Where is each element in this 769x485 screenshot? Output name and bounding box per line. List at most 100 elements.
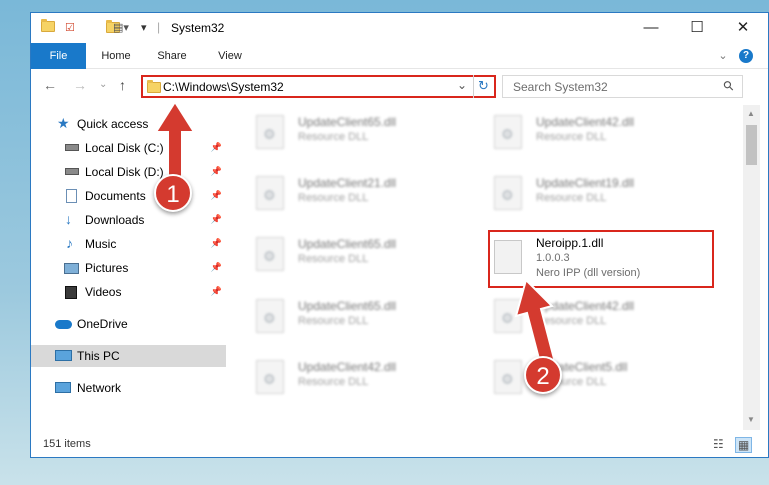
search-icon[interactable]: ⚲	[720, 77, 738, 95]
file-name: UpdateClient65.dll	[298, 237, 397, 251]
properties-icon[interactable]: ☑	[65, 21, 75, 37]
ribbon-expand-icon[interactable]: ⌄	[715, 43, 731, 69]
file-item[interactable]: UpdateClient65.dll Resource DLL	[228, 231, 458, 281]
file-description: Resource DLL	[298, 315, 369, 327]
sidebar-item-local-disk-c[interactable]: Local Disk (C:) 📌	[31, 137, 226, 159]
sidebar-item-label: Documents	[85, 189, 146, 203]
file-name: UpdateClient19.dll	[536, 176, 635, 190]
back-button[interactable]: ←	[43, 77, 57, 93]
file-item[interactable]: UpdateClient19.dll Resource DLL	[466, 170, 696, 220]
item-count: 151 items	[43, 438, 91, 450]
picture-icon	[64, 263, 79, 274]
forward-button[interactable]: →	[73, 77, 87, 93]
scroll-down-icon[interactable]: ▼	[747, 415, 755, 424]
tab-home[interactable]: Home	[93, 43, 139, 69]
pin-icon[interactable]: 📌	[211, 190, 222, 201]
minimize-button[interactable]: —	[628, 13, 674, 43]
quick-access-dropdown-icon[interactable]: ▾	[141, 21, 147, 37]
address-bar[interactable]: C:\Windows\System32 ⌄ ↻	[141, 75, 496, 98]
address-path[interactable]: C:\Windows\System32	[163, 80, 284, 94]
sidebar-item-label: This PC	[77, 349, 120, 363]
file-description: Resource DLL	[536, 192, 607, 204]
tab-file[interactable]: File	[31, 43, 86, 69]
document-icon	[66, 189, 77, 203]
sidebar-item-label: Local Disk (D:)	[85, 165, 164, 179]
file-description: Resource DLL	[298, 131, 369, 143]
file-item[interactable]: UpdateClient65.dll Resource DLL	[228, 293, 458, 343]
pin-icon[interactable]: 📌	[211, 238, 222, 249]
close-button[interactable]: ✕	[720, 13, 766, 43]
file-description: Resource DLL	[536, 315, 607, 327]
scroll-thumb[interactable]	[746, 125, 757, 165]
cloud-icon	[55, 320, 72, 329]
vertical-scrollbar[interactable]: ▲ ▼	[743, 105, 760, 430]
sidebar-item-label: Network	[77, 381, 122, 395]
file-description: Nero IPP (dll version)	[536, 267, 641, 279]
sidebar-item-music[interactable]: ♪ Music 📌	[31, 233, 226, 255]
address-divider	[473, 75, 474, 98]
dll-file-icon	[256, 360, 284, 394]
folder-icon[interactable]	[41, 19, 55, 32]
help-icon[interactable]: ?	[739, 49, 753, 63]
star-icon: ★	[57, 115, 70, 131]
file-description: Resource DLL	[298, 376, 369, 388]
download-icon: ↓	[65, 211, 72, 227]
sidebar-item-network[interactable]: Network	[31, 377, 226, 399]
file-item[interactable]: UpdateClient65.dll Resource DLL	[228, 109, 458, 159]
tab-view[interactable]: View	[207, 43, 253, 69]
file-item[interactable]: UpdateClient5.dll Resource DLL	[466, 354, 696, 404]
address-dropdown-icon[interactable]: ⌄	[457, 78, 467, 92]
sidebar-item-this-pc[interactable]: This PC	[31, 345, 226, 367]
status-bar: 151 items ☷ ▦	[31, 433, 768, 457]
sidebar-item-pictures[interactable]: Pictures 📌	[31, 257, 226, 279]
details-view-button[interactable]: ☷	[713, 437, 724, 451]
sidebar-item-documents[interactable]: Documents 📌	[31, 185, 226, 207]
sidebar-item-label: Pictures	[85, 261, 129, 275]
file-version: 1.0.0.3	[536, 252, 570, 264]
dll-file-icon	[494, 360, 522, 394]
sidebar-item-quick-access[interactable]: ★ Quick access	[31, 113, 226, 135]
search-input[interactable]: Search System32 ⚲	[502, 75, 743, 98]
sidebar-item-local-disk-d[interactable]: Local Disk (D:) 📌	[31, 161, 226, 183]
sidebar-item-label: Quick access	[77, 117, 149, 131]
maximize-button[interactable]: ☐	[674, 13, 720, 43]
large-icons-view-button[interactable]: ▦	[735, 437, 753, 453]
dll-file-icon	[256, 299, 284, 333]
file-item[interactable]: UpdateClient21.dll Resource DLL	[228, 170, 458, 220]
pin-icon[interactable]: 📌	[211, 262, 222, 273]
dll-file-icon	[256, 176, 284, 210]
pin-icon[interactable]: 📌	[211, 214, 222, 225]
customize-toolbar-icon[interactable]: ▤▾	[113, 21, 129, 37]
pin-icon[interactable]: 📌	[211, 166, 222, 177]
sidebar-item-onedrive[interactable]: OneDrive	[31, 313, 226, 335]
sidebar-item-label: OneDrive	[77, 317, 128, 331]
highlighted-file-neroipp[interactable]: Neroipp.1.dll 1.0.0.3 Nero IPP (dll vers…	[488, 230, 714, 288]
sidebar-item-downloads[interactable]: ↓ Downloads 📌	[31, 209, 226, 231]
file-item[interactable]: UpdateClient42.dll Resource DLL	[466, 109, 696, 159]
title-separator: |	[157, 20, 161, 34]
tab-share[interactable]: Share	[149, 43, 195, 69]
navigation-pane: ★ Quick access Local Disk (C:) 📌 Local D…	[31, 105, 228, 430]
pin-icon[interactable]: 📌	[211, 286, 222, 297]
scroll-up-icon[interactable]: ▲	[747, 109, 755, 118]
file-list: UpdateClient65.dll Resource DLL UpdateCl…	[228, 105, 743, 430]
title-bar: ☑ ▤▾ ▾ | System32 — ☐ ✕	[31, 13, 768, 43]
refresh-button[interactable]: ↻	[478, 78, 489, 94]
sidebar-item-label: Downloads	[85, 213, 145, 227]
explorer-window: ☑ ▤▾ ▾ | System32 — ☐ ✕ File Home Share …	[30, 12, 769, 458]
drive-icon	[65, 168, 79, 175]
sidebar-item-label: Local Disk (C:)	[85, 141, 164, 155]
dll-file-icon	[494, 115, 522, 149]
up-button[interactable]: ↑	[119, 77, 126, 93]
music-icon: ♪	[66, 235, 73, 251]
sidebar-item-videos[interactable]: Videos 📌	[31, 281, 226, 303]
dll-file-icon	[256, 237, 284, 271]
sidebar-item-label: Videos	[85, 285, 122, 299]
file-name: UpdateClient65.dll	[298, 299, 397, 313]
file-name: UpdateClient65.dll	[298, 115, 397, 129]
file-item[interactable]: UpdateClient42.dll Resource DLL	[228, 354, 458, 404]
recent-locations-icon[interactable]: ⌄	[99, 79, 107, 90]
file-item[interactable]: UpdateClient42.dll Resource DLL	[466, 293, 696, 343]
pin-icon[interactable]: 📌	[211, 142, 222, 153]
dll-file-icon	[494, 176, 522, 210]
